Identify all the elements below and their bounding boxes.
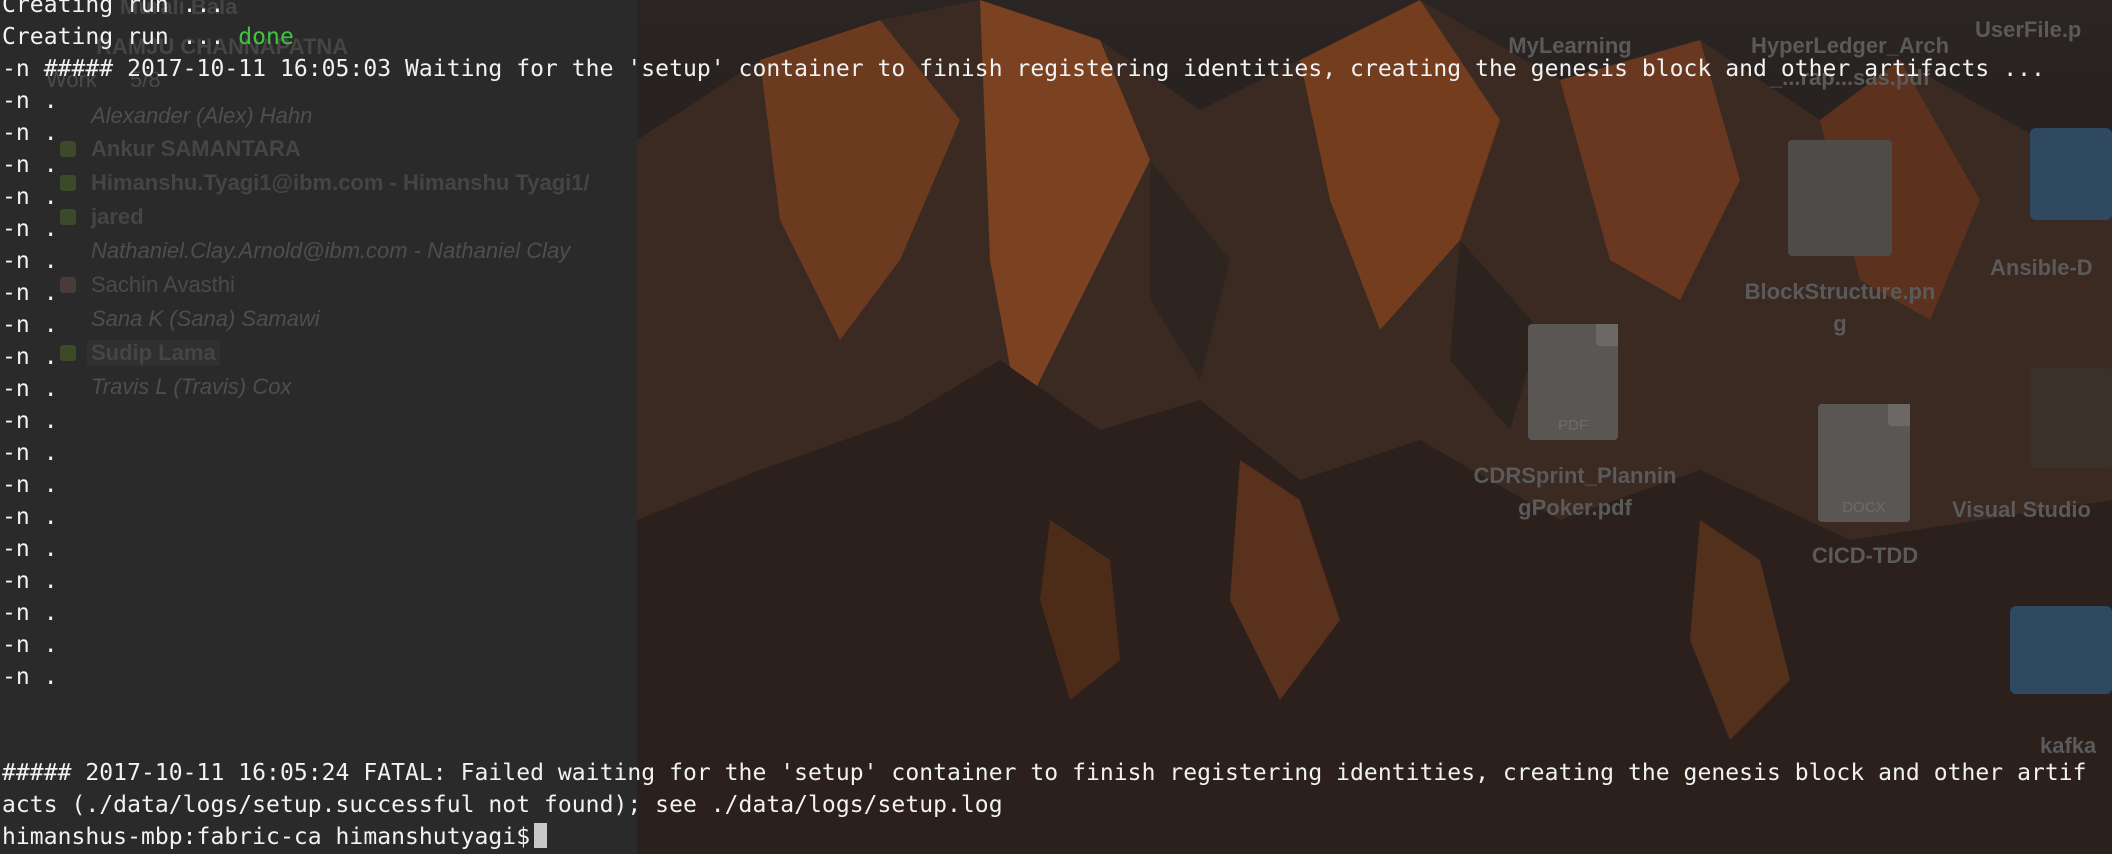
- done-status: done: [238, 24, 294, 50]
- terminal-line: -n .: [2, 664, 58, 690]
- terminal-line: -n .: [2, 88, 58, 114]
- terminal-line: -n .: [2, 568, 58, 594]
- terminal-line: -n .: [2, 632, 58, 658]
- terminal-prompt-line[interactable]: himanshus-mbp:fabric-ca himanshutyagi$: [2, 821, 548, 853]
- terminal-line: -n .: [2, 376, 58, 402]
- terminal-line: Creating run ... done: [2, 21, 294, 53]
- terminal-line: -n .: [2, 216, 58, 242]
- terminal-line: -n .: [2, 344, 58, 370]
- terminal-line: -n .: [2, 312, 58, 338]
- terminal-line: -n .: [2, 600, 58, 626]
- terminal-output[interactable]: Creating run ... Creating run ... done -…: [0, 0, 2112, 854]
- terminal-line: Creating run ...: [2, 0, 225, 18]
- terminal-line: -n .: [2, 184, 58, 210]
- terminal-line-fatal: acts (./data/logs/setup.successful not f…: [2, 792, 1003, 818]
- terminal-line: -n .: [2, 440, 58, 466]
- terminal-line: -n .: [2, 120, 58, 146]
- terminal-line-fatal: ##### 2017-10-11 16:05:24 FATAL: Failed …: [2, 760, 2087, 786]
- terminal-line: -n .: [2, 472, 58, 498]
- terminal-line: -n ##### 2017-10-11 16:05:03 Waiting for…: [2, 56, 2045, 82]
- terminal-line: -n .: [2, 408, 58, 434]
- terminal-line: -n .: [2, 536, 58, 562]
- shell-prompt: himanshus-mbp:fabric-ca himanshutyagi$: [2, 824, 531, 850]
- terminal-line: -n .: [2, 152, 58, 178]
- terminal-line: -n .: [2, 504, 58, 530]
- terminal-line: -n .: [2, 280, 58, 306]
- terminal-line: -n .: [2, 248, 58, 274]
- text-cursor: [534, 823, 548, 848]
- terminal-text: Creating run ...: [2, 24, 239, 50]
